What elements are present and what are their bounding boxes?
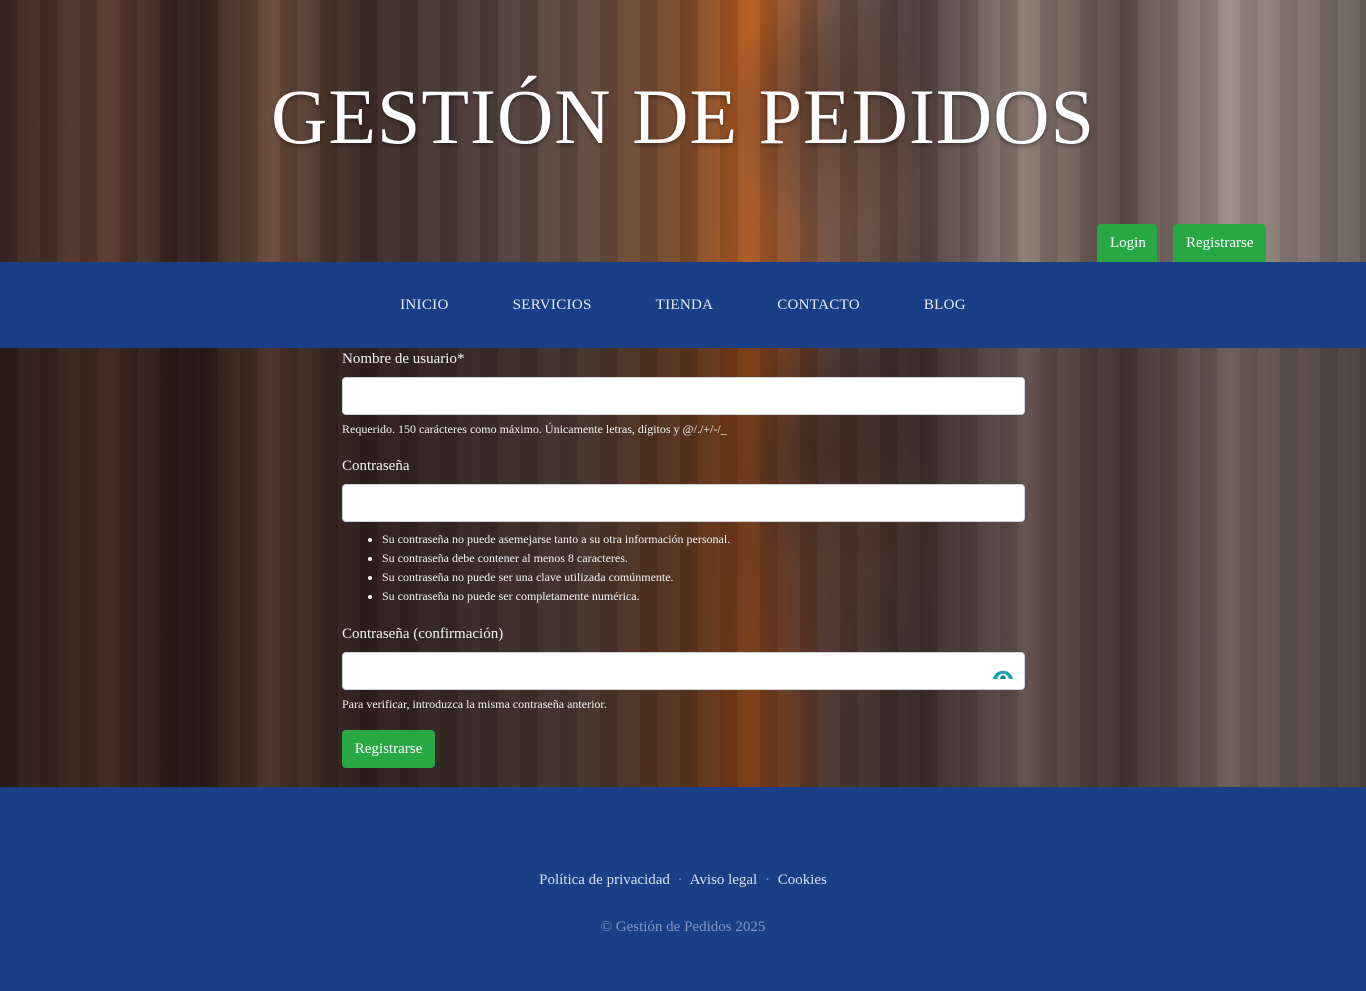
password-label: Contraseña xyxy=(342,458,410,474)
password-confirm-wrapper xyxy=(342,652,1026,690)
nav-item-inicio[interactable]: INICIO xyxy=(368,297,480,314)
password-rules-list: Su contraseña no puede asemejarse tanto … xyxy=(382,530,1026,606)
cookies-link[interactable]: Cookies xyxy=(778,872,827,888)
login-button[interactable]: Login xyxy=(1097,224,1157,262)
password-input[interactable] xyxy=(342,484,1025,522)
password-rule-item: Su contraseña no puede ser completamente… xyxy=(382,587,1026,606)
nav-item-blog[interactable]: BLOG xyxy=(892,297,998,314)
nav-item-contacto[interactable]: CONTACTO xyxy=(745,297,892,314)
eye-icon[interactable] xyxy=(992,662,1014,680)
site-title: GESTIÓN DE PEDIDOS xyxy=(271,73,1095,160)
username-label: Nombre de usuario* xyxy=(342,351,465,367)
password-rule-item: Su contraseña no puede ser una clave uti… xyxy=(382,568,1026,587)
footer-links: Política de privacidad · Aviso legal · C… xyxy=(0,872,1366,889)
header-register-button[interactable]: Registrarse xyxy=(1173,224,1266,262)
password-rule-item: Su contraseña no puede asemejarse tanto … xyxy=(382,530,1026,549)
nav-item-servicios[interactable]: SERVICIOS xyxy=(481,297,624,314)
register-submit-button[interactable]: Registrarse xyxy=(342,730,435,768)
footer-separator: · xyxy=(764,872,770,888)
password-confirm-label: Contraseña (confirmación) xyxy=(342,626,504,642)
site-footer: Política de privacidad · Aviso legal · C… xyxy=(0,787,1366,991)
copyright-text: © Gestión de Pedidos 2025 xyxy=(600,919,766,935)
password-confirm-help-text: Para verificar, introduzca la misma cont… xyxy=(342,697,607,711)
registration-form: Nombre de usuario* Requerido. 150 caráct… xyxy=(342,348,1026,768)
main-navigation: INICIO SERVICIOS TIENDA CONTACTO BLOG xyxy=(0,262,1366,348)
footer-separator: · xyxy=(677,872,683,888)
legal-notice-link[interactable]: Aviso legal xyxy=(690,872,758,888)
username-help-text: Requerido. 150 carácteres como máximo. Ú… xyxy=(342,422,727,436)
password-rule-item: Su contraseña debe contener al menos 8 c… xyxy=(382,549,1026,568)
password-confirm-input[interactable] xyxy=(342,652,1025,690)
privacy-policy-link[interactable]: Política de privacidad xyxy=(539,872,670,888)
username-input[interactable] xyxy=(342,377,1025,415)
site-header: GESTIÓN DE PEDIDOS Login Registrarse xyxy=(0,0,1366,262)
nav-item-tienda[interactable]: TIENDA xyxy=(624,297,746,314)
